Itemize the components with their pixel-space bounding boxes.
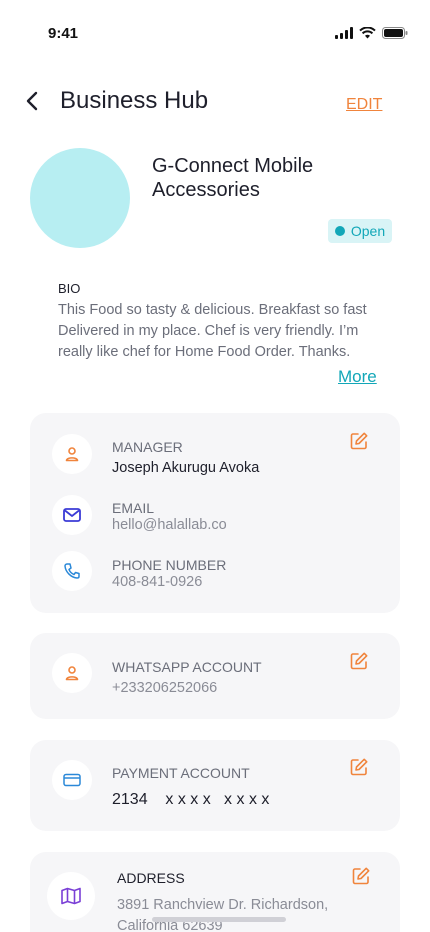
- battery-icon: [382, 27, 408, 39]
- home-indicator: [152, 917, 286, 922]
- payment-value: 2134 x x x x x x x x: [112, 791, 270, 808]
- edit-whatsapp-icon[interactable]: [349, 651, 369, 671]
- whatsapp-label: WHATSAPP ACCOUNT: [112, 659, 262, 675]
- address-icon-wrap: [47, 872, 95, 920]
- edit-payment-icon[interactable]: [349, 757, 369, 777]
- phone-label: PHONE NUMBER: [112, 557, 227, 573]
- wifi-icon: [359, 27, 376, 39]
- whatsapp-icon-wrap: [52, 653, 92, 693]
- status-text: Open: [350, 223, 386, 239]
- user-icon: [65, 666, 79, 681]
- whatsapp-value: +233206252066: [112, 680, 218, 696]
- user-icon: [65, 447, 79, 462]
- edit-contact-icon[interactable]: [349, 431, 369, 451]
- manager-value: Joseph Akurugu Avoka: [112, 460, 260, 476]
- payment-icon-wrap: [52, 760, 92, 800]
- page-title: Business Hub: [60, 87, 209, 114]
- header: Business Hub EDIT: [0, 82, 430, 122]
- email-label: EMAIL: [112, 500, 155, 516]
- phone-icon: [64, 563, 80, 579]
- email-value: hello@halallab.co: [112, 517, 227, 533]
- status-icons: [335, 27, 408, 39]
- status-time: 9:41: [48, 25, 79, 42]
- edit-address-icon[interactable]: [351, 866, 371, 886]
- manager-icon-wrap: [52, 434, 92, 474]
- payment-label: PAYMENT ACCOUNT: [112, 765, 250, 781]
- address-value: 3891 Ranchview Dr. Richardson, Californi…: [117, 897, 329, 932]
- phone-value: 408-841-0926: [112, 574, 203, 590]
- back-icon[interactable]: [22, 90, 44, 112]
- status-dot: [334, 226, 345, 236]
- email-icon-wrap: [52, 495, 92, 535]
- bio-text: This Food so tasty & delicious. Breakfas…: [58, 302, 367, 360]
- more-link[interactable]: More: [338, 367, 377, 387]
- manager-label: MANAGER: [112, 439, 183, 455]
- card-icon: [63, 773, 81, 787]
- mail-icon: [63, 508, 81, 522]
- map-icon: [61, 887, 81, 905]
- business-name: G-Connect Mobile Accessories: [152, 155, 314, 201]
- status-bar: 9:41: [0, 0, 430, 60]
- status-badge: Open: [328, 219, 392, 243]
- address-label: ADDRESS: [117, 870, 185, 886]
- signal-icon: [335, 27, 353, 39]
- phone-icon-wrap: [52, 551, 92, 591]
- bio-label: BIO: [58, 281, 81, 296]
- edit-button[interactable]: EDIT: [346, 96, 382, 114]
- avatar[interactable]: [30, 148, 130, 248]
- payment-card: PAYMENT ACCOUNT 2134 x x x x x x x x: [30, 740, 400, 831]
- whatsapp-card: WHATSAPP ACCOUNT +233206252066: [30, 633, 400, 719]
- contact-card: MANAGER Joseph Akurugu Avoka EMAIL hello…: [30, 413, 400, 613]
